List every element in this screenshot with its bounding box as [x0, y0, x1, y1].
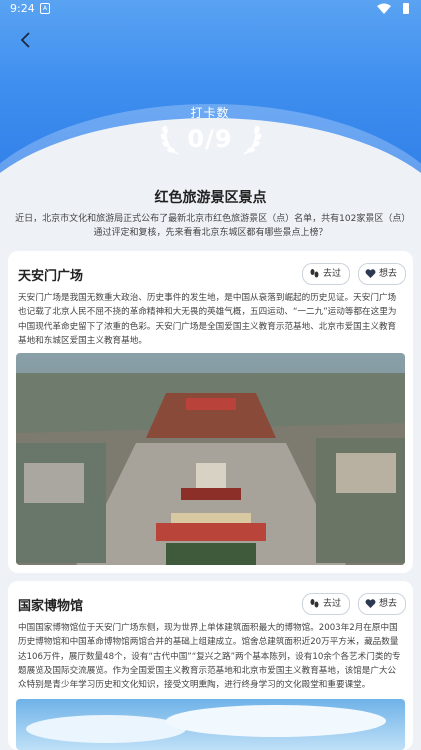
been-there-button[interactable]: 去过 — [302, 593, 351, 615]
checkin-counter-value: 0/9 — [187, 125, 233, 153]
spot-description: 天安门广场是我国无数重大政治、历史事件的发生地，是中国从衰落到崛起的历史见证。天… — [18, 293, 397, 346]
footprints-icon — [310, 269, 319, 278]
wifi-icon — [377, 3, 391, 14]
back-arrow-icon[interactable] — [14, 28, 38, 52]
want-to-go-button[interactable]: 想去 — [358, 263, 407, 285]
heart-icon — [365, 599, 376, 608]
national-museum-photo — [16, 699, 405, 750]
scenic-spot-card: 国家博物馆 去过 想去 中国国家博物馆位于天安门广场东侧，现为世界上单体建筑面积… — [8, 581, 413, 750]
spot-description: 中国国家博物馆位于天安门广场东侧，现为世界上单体建筑面积最大的博物馆。2003年… — [18, 623, 401, 691]
been-there-label: 去过 — [323, 269, 342, 279]
status-bar: 9:24 A — [0, 0, 421, 18]
spot-name: 国家博物馆 — [18, 599, 84, 614]
been-there-button[interactable]: 去过 — [302, 263, 351, 285]
want-to-go-button[interactable]: 想去 — [358, 593, 407, 615]
section-title: 红色旅游景区景点 — [154, 190, 267, 206]
heart-icon — [365, 269, 376, 278]
want-to-go-label: 想去 — [379, 599, 398, 609]
checkin-counter-label: 打卡数 — [190, 106, 230, 120]
checkin-counter: 打卡数 0/9 — [160, 104, 260, 153]
footprints-icon — [310, 599, 319, 608]
been-there-label: 去过 — [323, 599, 342, 609]
want-to-go-label: 想去 — [379, 269, 398, 279]
battery-icon — [403, 3, 409, 14]
status-time: 9:24 — [10, 2, 35, 15]
section-intro: 近日，北京市文化和旅游局正式公布了最新北京市红色旅游景区（点）名单，共有102家… — [15, 214, 406, 238]
header-banner: 9:24 A 打卡数 0/9 — [0, 0, 421, 185]
tiananmen-square-photo — [16, 353, 405, 565]
a-badge-icon: A — [40, 3, 50, 14]
scenic-spot-card: 天安门广场 去过 想去 天安门广场是我国无数重大政治、历史事件的发生地，是中国从… — [8, 251, 413, 573]
spot-name: 天安门广场 — [18, 269, 84, 284]
